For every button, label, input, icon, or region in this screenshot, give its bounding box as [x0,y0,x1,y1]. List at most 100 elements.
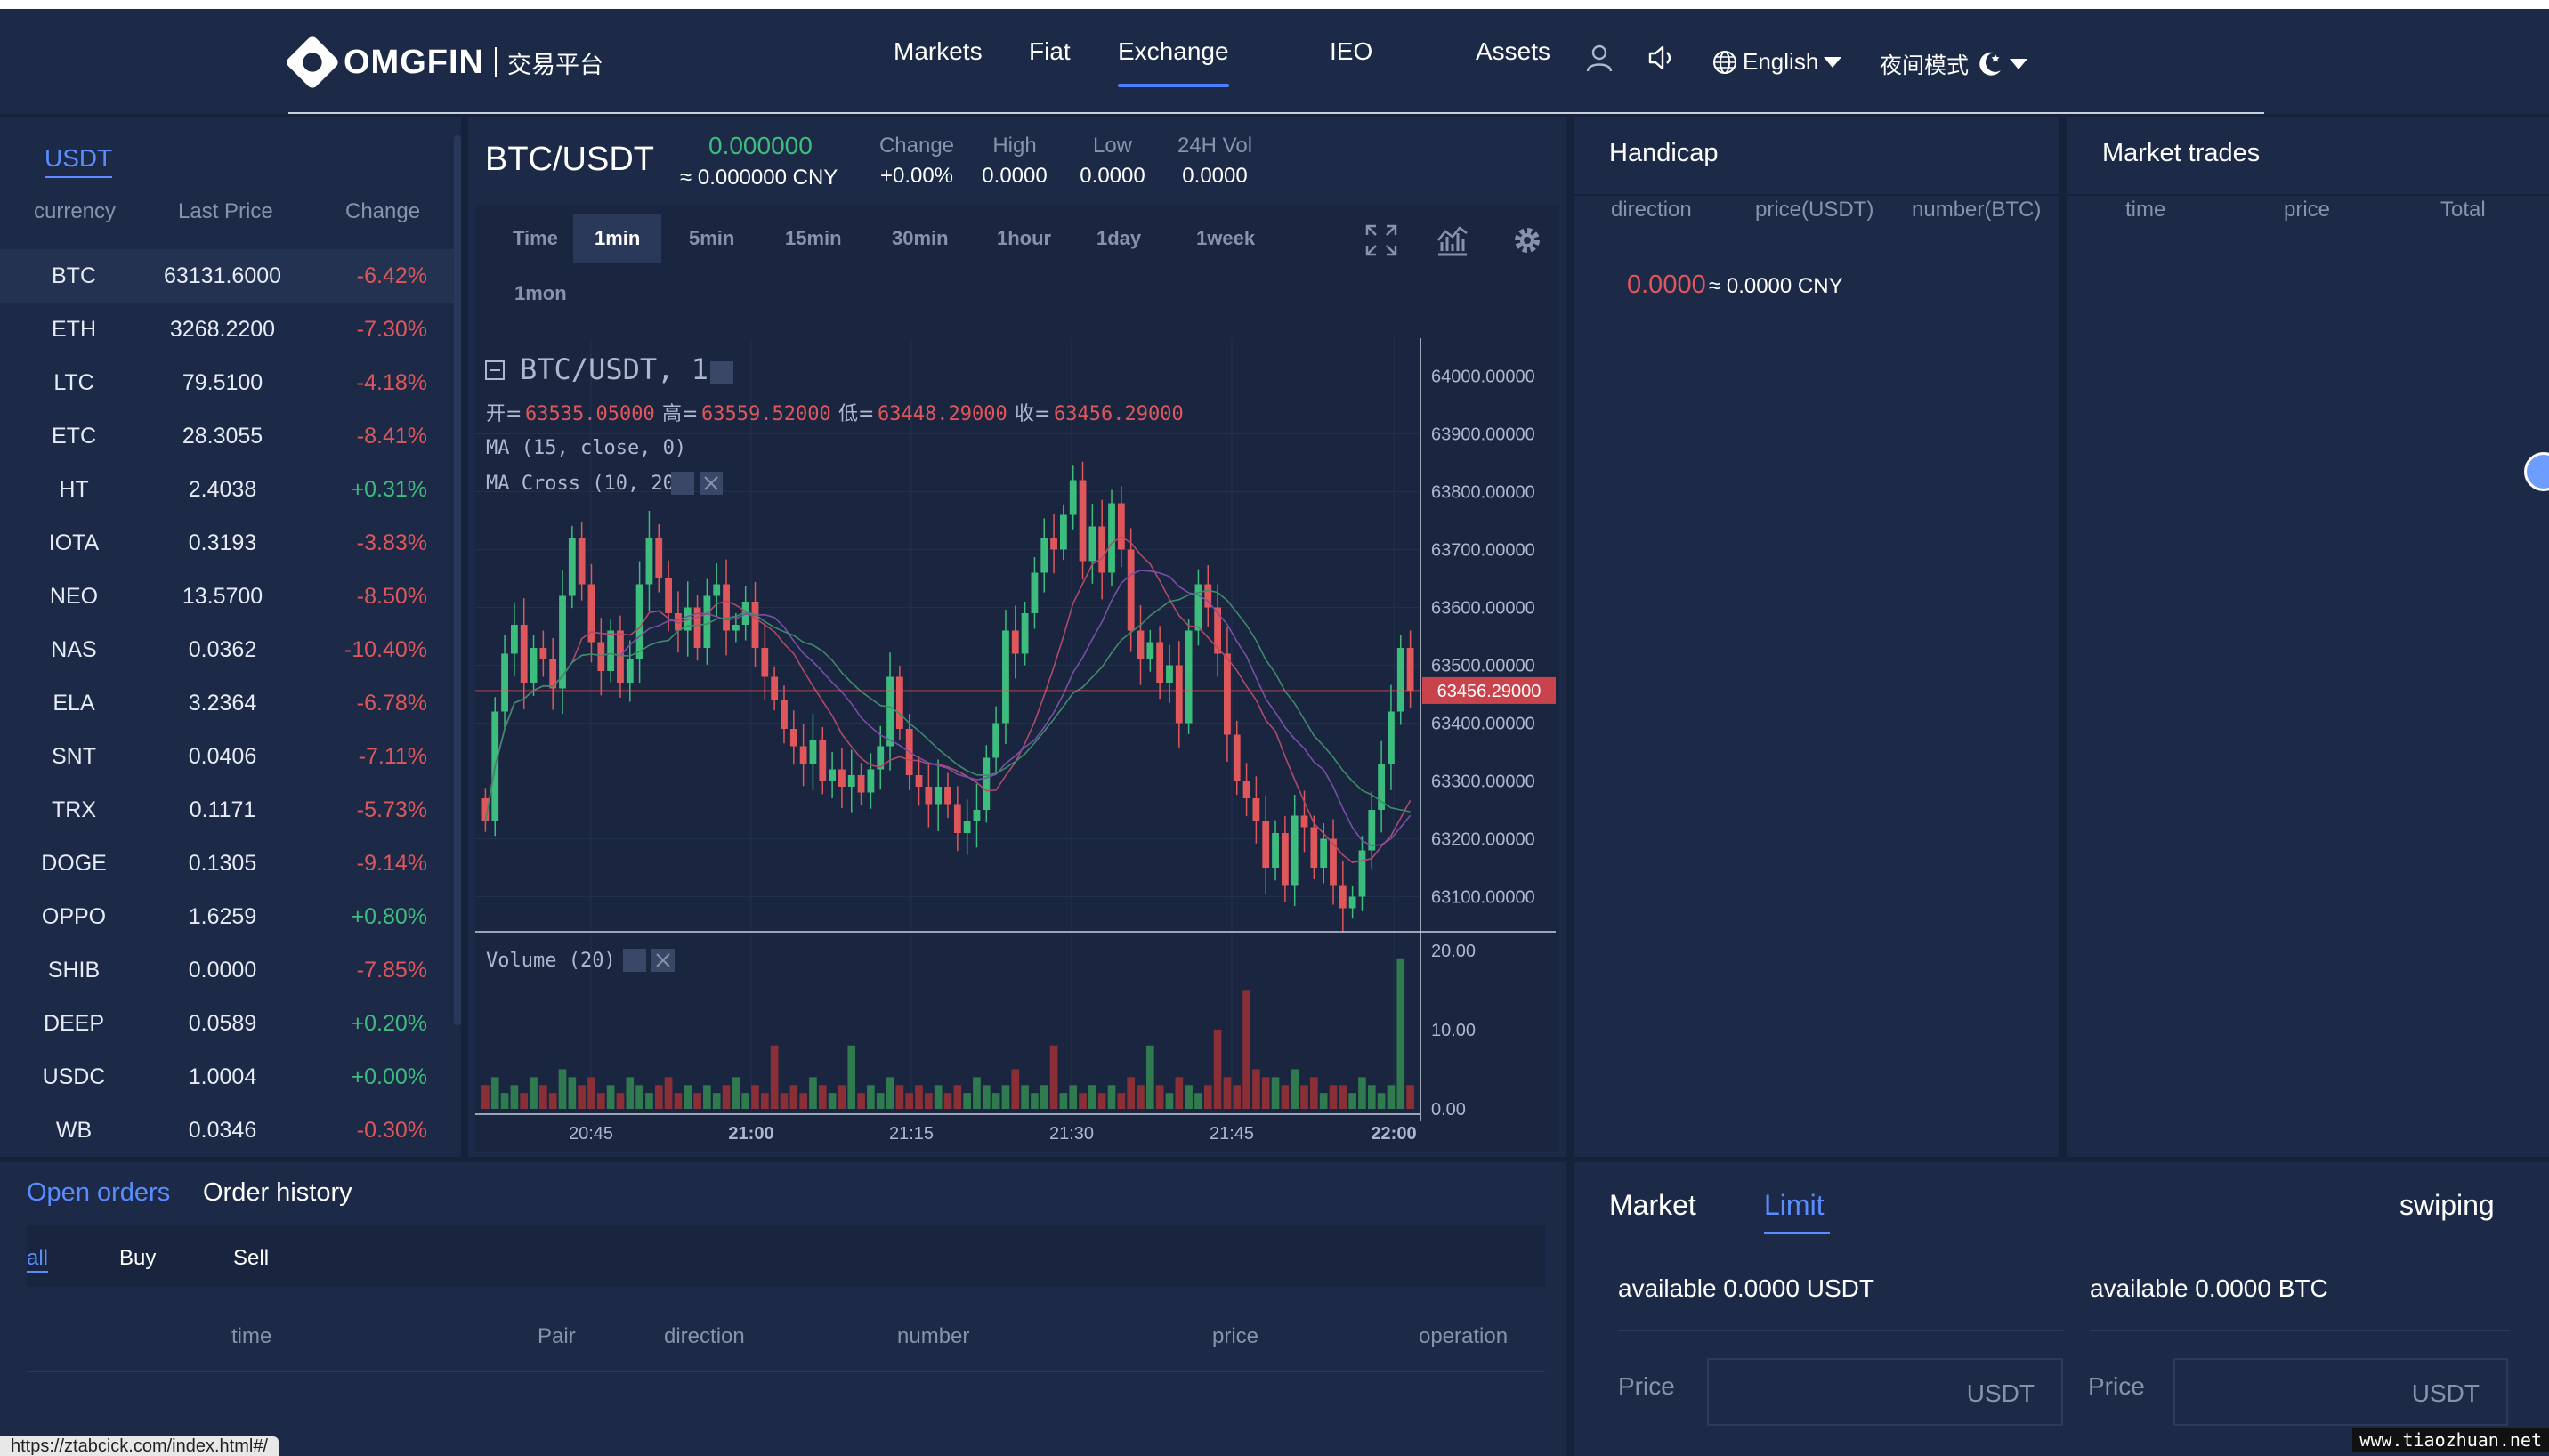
candle-body [1348,896,1356,909]
tab-market-order[interactable]: Market [1609,1189,1696,1222]
col-last-price: Last Price [178,199,273,223]
filter-sell[interactable]: Sell [233,1246,269,1271]
fullscreen-icon[interactable] [1364,222,1399,258]
language-selector[interactable]: English [1712,48,1842,76]
volume-bar [1291,1069,1299,1109]
candle-body [829,769,836,781]
volume-bar [953,1085,962,1109]
market-row-change: -7.85% [356,958,427,983]
market-row-neo[interactable]: NEO 13.5700 -8.50% [0,570,454,623]
price-tick: 63300.00000 [1431,772,1535,792]
volume-bar [1145,1045,1154,1109]
interval-1hour[interactable]: 1hour [975,214,1072,263]
limit-tab-underline [1764,1232,1830,1234]
tab-order-history[interactable]: Order history [203,1178,352,1208]
nav-ieo[interactable]: IEO [1330,37,1372,66]
price-chart[interactable]: 64000.00000 63900.00000 63800.00000 63700.0… [475,338,1559,1152]
market-row-snt[interactable]: SNT 0.0406 -7.11% [0,730,454,783]
market-row-usdc[interactable]: USDC 1.0004 +0.00% [0,1050,454,1104]
market-row-trx[interactable]: TRX 0.1171 -5.73% [0,783,454,837]
indicators-icon[interactable] [1435,222,1470,258]
volume-bar [1069,1085,1078,1109]
candle-body [751,602,759,648]
tab-usdt[interactable]: USDT [45,144,113,178]
market-row-nas[interactable]: NAS 0.0362 -10.40% [0,623,454,676]
order-col-number: number [897,1324,970,1348]
filter-all[interactable]: all [27,1246,49,1273]
interval-30min[interactable]: 30min [870,214,970,263]
interval-1mon[interactable]: 1mon [493,276,588,311]
volume-bar [1319,1093,1328,1109]
nav-fiat[interactable]: Fiat [1029,37,1071,66]
volume-bar [751,1085,759,1109]
brand-logo[interactable]: OMGFIN 交易平台 [284,34,603,91]
market-row-ela[interactable]: ELA 3.2364 -6.78% [0,676,454,730]
interval-1min[interactable]: 1min [573,214,662,263]
volume-bar [1079,1093,1087,1109]
interval-15min[interactable]: 15min [764,214,863,263]
volume-bar [1252,1069,1260,1109]
market-row-wb[interactable]: WB 0.0346 -0.30% [0,1104,454,1157]
nav-assets[interactable]: Assets [1476,37,1550,66]
speaker-icon[interactable] [1647,43,1677,73]
filter-buy[interactable]: Buy [119,1246,156,1271]
tab-open-orders[interactable]: Open orders [27,1178,170,1208]
market-row-doge[interactable]: DOGE 0.1305 -9.14% [0,837,454,890]
candle-body [1388,711,1395,764]
nav-markets[interactable]: Markets [894,37,983,66]
volume-bar [530,1077,538,1109]
night-mode-toggle[interactable]: 夜间模式 [1880,48,2028,80]
price-tick: 63700.00000 [1431,541,1535,561]
market-row-change: -7.11% [358,744,427,769]
volume-settings-icon[interactable] [623,949,646,972]
stat-high-label: High [992,133,1037,158]
nav-exchange[interactable]: Exchange [1118,37,1229,87]
market-row-change: -0.30% [356,1118,427,1143]
market-row-change: -6.42% [356,263,427,288]
interval-1day[interactable]: 1day [1075,214,1162,263]
handicap-title: Handicap [1609,139,1719,167]
market-row-iota[interactable]: IOTA 0.3193 -3.83% [0,516,454,570]
chart-title: BTC/USDT, 1 [520,352,708,386]
study-settings-icon[interactable] [671,472,694,495]
buy-price-unit: USDT [1966,1379,2035,1407]
order-col-pair: Pair [538,1324,576,1348]
market-list-scrollbar[interactable] [454,135,461,1025]
volume-bar [703,1085,711,1109]
market-row-deep[interactable]: DEEP 0.0589 +0.20% [0,997,454,1050]
market-row-oppo[interactable]: OPPO 1.6259 +0.80% [0,890,454,943]
buy-price-input[interactable]: USDT [1707,1358,2063,1426]
candle-body [857,775,865,793]
gear-icon[interactable] [1509,222,1545,258]
volume-bar [1213,1029,1222,1109]
volume-bar [1137,1085,1145,1109]
market-row-ltc[interactable]: LTC 79.5100 -4.18% [0,356,454,409]
market-row-btc[interactable]: BTC 63131.6000 -6.42% [0,249,454,303]
market-row-ht[interactable]: HT 2.4038 +0.31% [0,463,454,516]
tab-limit-order[interactable]: Limit [1764,1189,1825,1222]
market-row-eth[interactable]: ETH 3268.2200 -7.30% [0,303,454,356]
user-icon[interactable] [1584,43,1614,73]
swiping-link[interactable]: swiping [2399,1189,2495,1222]
candle-body [1021,613,1029,654]
stat-high: High 0.0000 [970,133,1059,189]
interval-5min[interactable]: 5min [668,214,756,263]
sell-price-input[interactable]: USDT [2173,1358,2508,1426]
market-row-change: +0.00% [351,1064,428,1089]
market-row-change: -8.41% [356,424,427,449]
market-row-price: 0.0000 [188,958,257,983]
chart-settings-icon[interactable] [710,361,733,384]
volume-bar [1387,1085,1396,1109]
interval-1week[interactable]: 1week [1175,214,1276,263]
volume-bar [578,1085,586,1109]
market-row-etc[interactable]: ETC 28.3055 -8.41% [0,409,454,463]
volume-bar [1097,1093,1106,1109]
market-row-shib[interactable]: SHIB 0.0000 -7.85% [0,943,454,997]
candle-body [819,740,827,781]
candle-body [597,642,605,671]
volume-bar [1377,1093,1386,1109]
volume-bar [558,1069,567,1109]
trades-col-time: time [2125,198,2166,222]
volume-bar [886,1077,894,1109]
interval-time[interactable]: Time [491,214,579,263]
